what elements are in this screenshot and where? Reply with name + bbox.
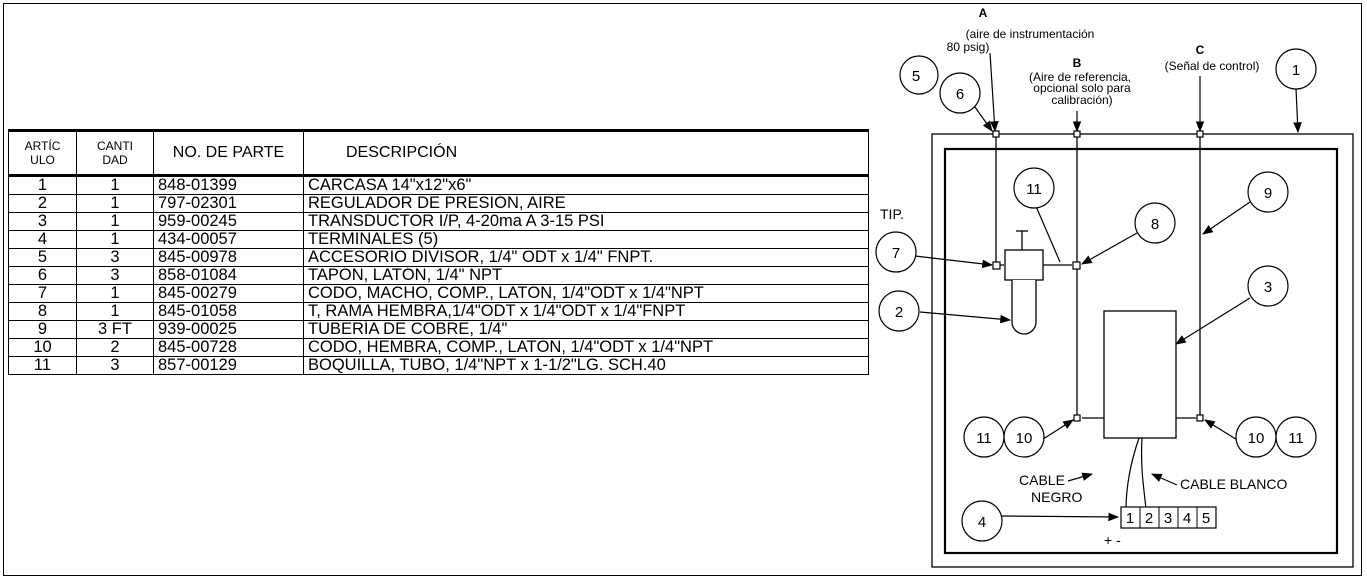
callout-7: 7 [875, 231, 917, 273]
callout-10-right: 10 [1235, 416, 1277, 458]
terminal-4: 4 [1183, 510, 1191, 527]
terminal-2: 2 [1145, 510, 1153, 527]
svg-text:5: 5 [912, 68, 920, 85]
tip-label: TIP. [880, 206, 904, 222]
port-b-label: B (Aire de referencia, opcional solo par… [1029, 56, 1131, 107]
polarity-label: + - [1104, 532, 1121, 548]
svg-text:11: 11 [1026, 181, 1042, 198]
terminal-3: 3 [1164, 510, 1172, 527]
cable-blanco-label: CABLE BLANCO [1180, 476, 1287, 492]
svg-text:1: 1 [1292, 62, 1300, 79]
svg-text:8: 8 [1151, 216, 1159, 233]
svg-text:A: A [979, 6, 988, 20]
svg-text:2: 2 [895, 304, 903, 321]
svg-text:C: C [1196, 43, 1205, 57]
callout-8: 8 [1134, 202, 1176, 244]
svg-text:(Señal de control): (Señal de control) [1165, 59, 1260, 73]
cable-negro-label-1: CABLE [1019, 472, 1065, 488]
callout-4: 4 [961, 500, 1003, 542]
svg-text:7: 7 [892, 245, 900, 262]
terminal-1: 1 [1126, 510, 1134, 527]
port-a-label: A (aire de instrumentación 80 psig) [947, 6, 1095, 54]
pressure-regulator [1004, 230, 1044, 335]
svg-text:11: 11 [976, 430, 992, 447]
cables [1125, 437, 1147, 511]
svg-text:B: B [1073, 56, 1082, 70]
port-a-pointer [989, 52, 999, 133]
svg-text:11: 11 [1288, 430, 1304, 447]
callout-balloons: 1 5 6 11 9 8 7 3 2 11 10 10 11 4 [875, 48, 1317, 542]
svg-text:10: 10 [1248, 430, 1265, 447]
cable-negro-label-2: NEGRO [1031, 489, 1082, 505]
svg-text:(aire de instrumentación: (aire de instrumentación [966, 27, 1095, 41]
pneumatic-diagram: A (aire de instrumentación 80 psig) B (A… [875, 6, 1354, 568]
svg-text:4: 4 [978, 514, 986, 531]
svg-text:3: 3 [1264, 279, 1272, 296]
svg-text:10: 10 [1016, 430, 1033, 447]
svg-text:80 psig): 80 psig) [947, 40, 990, 54]
svg-text:6: 6 [956, 86, 964, 103]
terminal-5: 5 [1202, 510, 1210, 527]
callout-11-right: 11 [1275, 416, 1317, 458]
callout-1: 1 [1275, 48, 1317, 90]
svg-text:9: 9 [1264, 185, 1272, 202]
callout-9: 9 [1247, 171, 1289, 213]
transducer [1103, 310, 1177, 439]
callout-11-left: 11 [963, 416, 1005, 458]
callout-5: 5 [899, 55, 939, 95]
callout-10-left: 10 [1003, 416, 1045, 458]
terminal-strip: 1 2 3 4 5 + - [1104, 506, 1217, 548]
cable-blanco-pointer [1151, 473, 1178, 486]
cable-negro-pointer [1067, 472, 1094, 482]
svg-text:calibración): calibración) [1051, 93, 1112, 107]
callout-11-top: 11 [1013, 167, 1055, 209]
callout-6: 6 [939, 72, 981, 114]
callout-3: 3 [1247, 265, 1289, 307]
callout-2: 2 [878, 290, 920, 332]
port-c-label: C (Señal de control) [1165, 43, 1260, 73]
